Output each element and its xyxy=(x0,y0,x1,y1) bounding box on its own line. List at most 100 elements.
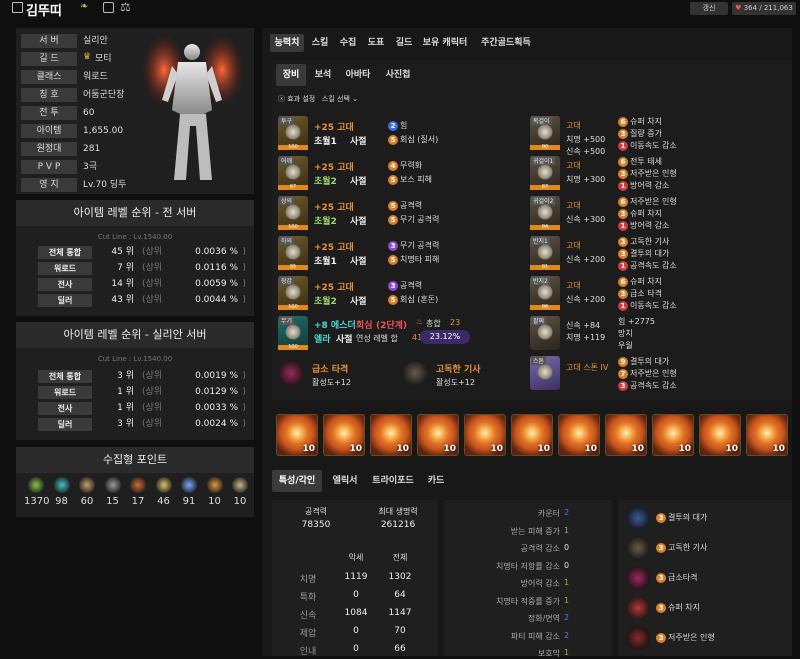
rank-upper-label: (상위 xyxy=(142,419,163,429)
tab-6[interactable]: 주간골드획득 xyxy=(474,34,538,52)
accessory-icon[interactable]: 목걸이 90 xyxy=(530,116,560,150)
battle-effects-panel: 카운터 2 받는 피해 증가 1 공격력 감소 0 치명타 저항률 감소 0 방어력 감소 1 치명… xyxy=(444,500,612,658)
gem-slot[interactable]: 10 xyxy=(746,414,788,456)
level-badge: 6 xyxy=(618,197,628,207)
elixir-effect: 2힘 xyxy=(388,120,407,131)
profile-value: 281 xyxy=(83,144,101,154)
close-circle-icon[interactable]: ⓧ xyxy=(278,95,285,103)
equip-tab-0[interactable]: 장비 xyxy=(276,64,306,86)
tab-4[interactable]: 길드 xyxy=(392,34,416,52)
tab-3[interactable]: 도표 xyxy=(364,34,388,52)
equip-tab-1[interactable]: 보석 xyxy=(310,64,336,86)
id-card-icon[interactable] xyxy=(103,2,114,13)
accessory-icon[interactable]: 스톤 xyxy=(530,356,560,390)
bookmark-icon[interactable] xyxy=(12,2,23,13)
engraving-row[interactable]: 3 급소타격 xyxy=(626,566,796,590)
profile-value: 3극 xyxy=(83,162,98,172)
rank-all-title: 아이템 레벨 순위 - 전 서버 xyxy=(16,200,254,226)
armor-quality: 100 xyxy=(278,305,308,310)
gem-slot[interactable]: 10 xyxy=(652,414,694,456)
mokoko-seed-icon xyxy=(28,477,44,493)
gem-slot[interactable]: 10 xyxy=(699,414,741,456)
hp-value: 261216 xyxy=(380,520,416,530)
collection-title: 수집형 포인트 xyxy=(16,447,254,473)
level-badge: 5 xyxy=(388,215,398,225)
weapon-icon[interactable]: 무기 100 xyxy=(278,316,308,350)
battle-effect-value: 1 xyxy=(564,578,570,587)
world-tree-leaf-icon xyxy=(79,477,95,493)
accessory-grade: 고대 xyxy=(566,281,581,290)
accessory-effect: 3 질량 증가 xyxy=(618,128,662,139)
gem-level: 10 xyxy=(584,444,597,454)
accessory-effect: 6 전투 태세 xyxy=(618,156,662,167)
battle-effect-label: 파티 피해 감소 xyxy=(510,631,560,641)
gem-slot[interactable]: 10 xyxy=(276,414,318,456)
rank-position: 14 위 xyxy=(111,279,134,289)
tab-5[interactable]: 보유 캐릭터 xyxy=(420,34,470,52)
chevron-down-icon[interactable]: ⌄ xyxy=(352,95,358,103)
gem-level: 10 xyxy=(443,444,456,454)
skill-select[interactable]: 스킬 선택 xyxy=(322,95,350,103)
engraving-row[interactable]: 3 고독한 기사 xyxy=(626,536,796,560)
battle-effect-value: 1 xyxy=(564,595,570,605)
weapon-crit-stage: (2단계) xyxy=(376,321,408,331)
armor-icon[interactable]: 어깨 97 xyxy=(278,156,308,190)
elixir-effect-name: 회심 (혼돈) xyxy=(400,295,439,304)
profile-label: 클래스 xyxy=(21,70,77,84)
tab-0[interactable]: 능력치 xyxy=(270,34,304,52)
equip-tab-3[interactable]: 사진첩 xyxy=(380,64,416,86)
profile-label: 영 지 xyxy=(21,178,77,192)
accessory-effect: 1 이동속도 감소 xyxy=(618,300,677,311)
lower-tab-3[interactable]: 카드 xyxy=(424,470,448,492)
accessory-icon[interactable]: 귀걸이2 94 xyxy=(530,196,560,230)
tab-2[interactable]: 수집 xyxy=(336,34,360,52)
battle-effect-label: 카운터 xyxy=(537,509,560,518)
armor-icon[interactable]: 투구 100 xyxy=(278,116,308,150)
level-badge: 7 xyxy=(618,369,628,379)
profile-value[interactable]: 모티 xyxy=(95,52,112,66)
gem-slot[interactable]: 10 xyxy=(323,414,365,456)
lower-tab-1[interactable]: 엘릭서 xyxy=(328,470,362,492)
tab-1[interactable]: 스킬 xyxy=(308,34,332,52)
accessory-grade: 고대 xyxy=(566,201,581,210)
engraving-row[interactable]: 3 저주받은 인형 xyxy=(626,626,796,650)
accessory-icon[interactable]: 반지2 96 xyxy=(530,276,560,310)
like-button[interactable]: ♥ 364 / 211,063 xyxy=(732,2,796,15)
engraving-row[interactable]: 3 결투의 대가 xyxy=(626,506,796,530)
engraving-row[interactable]: 3 슈퍼 차지 xyxy=(626,596,796,620)
scale-icon[interactable]: ⚖ xyxy=(120,0,131,14)
gem-slot[interactable]: 10 xyxy=(417,414,459,456)
armor-icon[interactable]: 상의 100 xyxy=(278,196,308,230)
gem-slot[interactable]: 10 xyxy=(370,414,412,456)
cursed-doll-icon xyxy=(626,626,650,650)
armor-icon[interactable]: 장갑 100 xyxy=(278,276,308,310)
gem-slot[interactable]: 10 xyxy=(558,414,600,456)
accessory-icon[interactable]: 귀걸이1 87 xyxy=(530,156,560,190)
lower-tab-2[interactable]: 트라이포드 xyxy=(368,470,418,492)
rank-percent: 0.0019 % xyxy=(195,371,238,381)
profile-value: Lv.70 딩두 xyxy=(83,180,127,190)
update-button[interactable]: 갱신 xyxy=(690,2,728,15)
accessory-icon[interactable]: 반지1 91 xyxy=(530,236,560,270)
gem-slot[interactable]: 10 xyxy=(605,414,647,456)
effect-setting[interactable]: 효과 설정 xyxy=(287,95,315,103)
gem-slot[interactable]: 10 xyxy=(511,414,553,456)
collection-points: 수집형 포인트 1370 98 60 15 17 46 91 10 10 xyxy=(16,447,254,517)
engraving-text: 3 슈퍼 차지 xyxy=(656,602,700,613)
vital-point-icon xyxy=(278,360,304,386)
accessory-icon[interactable]: 팔찌 xyxy=(530,316,560,350)
level-badge: 5 xyxy=(388,135,398,145)
accessory-grade: 고대 스톤 IV xyxy=(566,363,609,372)
gear-glow-icon xyxy=(285,324,301,340)
gem-slot[interactable]: 10 xyxy=(464,414,506,456)
equip-tab-2[interactable]: 아바타 xyxy=(340,64,376,86)
accessory-stat: 신속 +500 xyxy=(566,147,606,156)
armor-icon[interactable]: 하의 95 xyxy=(278,236,308,270)
rank-percent: 0.0024 % xyxy=(195,419,238,429)
equip-options: ⓧ 효과 설정 스킬 선택 ⌄ xyxy=(278,94,358,104)
accessory-grade: 고대 xyxy=(566,241,581,250)
accessory-effect: 3 저주받은 인형 xyxy=(618,168,677,179)
accessory-effect: 6 저주받은 인형 xyxy=(618,196,677,207)
lower-tab-0[interactable]: 특성/각인 xyxy=(272,470,322,492)
accessory-grade: 고대 xyxy=(566,121,581,130)
